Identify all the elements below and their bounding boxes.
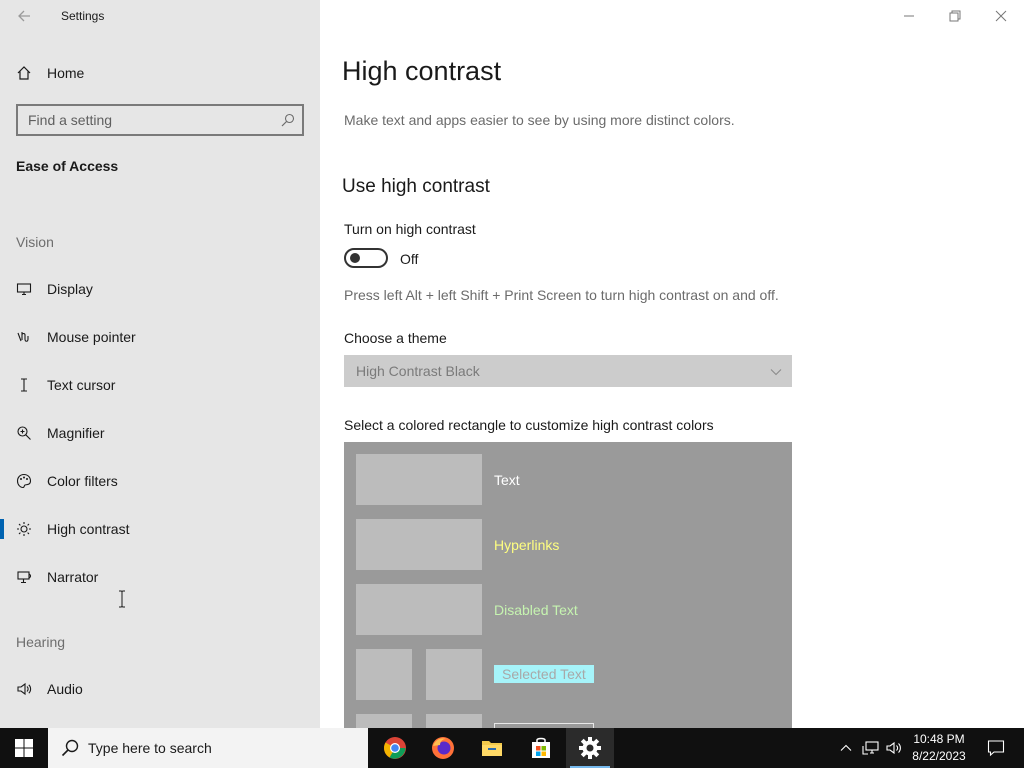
search-icon — [60, 738, 80, 758]
sidebar-item-magnifier[interactable]: Magnifier — [0, 413, 320, 453]
chevron-down-icon — [770, 365, 782, 377]
swatch-label-hyperlinks: Hyperlinks — [494, 537, 560, 553]
find-setting-input[interactable] — [18, 106, 268, 134]
chrome-taskbar-button[interactable] — [371, 728, 419, 768]
sidebar-item-label: Narrator — [47, 569, 99, 585]
file-explorer-taskbar-button[interactable] — [468, 728, 516, 768]
restore-button[interactable] — [932, 0, 978, 32]
section-hearing: Hearing — [16, 634, 66, 650]
start-button[interactable] — [0, 728, 48, 768]
nav-home[interactable]: Home — [0, 53, 320, 93]
back-arrow-icon — [18, 10, 30, 22]
find-setting-search[interactable] — [16, 104, 304, 136]
network-icon — [862, 741, 879, 755]
taskbar-clock[interactable]: 10:48 PM 8/22/2023 — [904, 731, 974, 765]
app-title: Settings — [61, 9, 105, 23]
disabled-text-color-swatch[interactable] — [356, 584, 482, 635]
button-fg-swatch[interactable] — [426, 714, 482, 728]
action-center-button[interactable] — [976, 728, 1016, 768]
sidebar-item-audio[interactable]: Audio — [0, 669, 320, 709]
clock-date: 8/22/2023 — [912, 749, 966, 763]
color-swatch-panel: Text Hyperlinks Disabled Text Selected T… — [344, 442, 792, 728]
sidebar-item-label: Color filters — [47, 473, 118, 489]
volume-tray-button[interactable] — [885, 738, 905, 758]
high-contrast-icon — [15, 520, 33, 538]
theme-dropdown[interactable]: High Contrast Black — [344, 355, 792, 387]
clock-time: 10:48 PM — [913, 732, 965, 746]
selected-text-fg-swatch[interactable] — [426, 649, 482, 700]
close-icon — [995, 10, 1007, 22]
sidebar-item-text-cursor[interactable]: Text cursor — [0, 365, 320, 405]
section-title: Use high contrast — [342, 176, 490, 197]
chevron-up-icon — [840, 744, 852, 751]
section-vision: Vision — [16, 234, 54, 250]
magnifier-icon — [15, 424, 33, 442]
color-filters-icon — [15, 472, 33, 490]
selected-text-bg-swatch[interactable] — [356, 649, 412, 700]
toggle-label: Turn on high contrast — [344, 221, 476, 237]
settings-icon — [579, 737, 601, 759]
network-tray-button[interactable] — [861, 738, 881, 758]
narrator-icon — [15, 568, 33, 586]
audio-icon — [15, 680, 33, 698]
sidebar-item-label: High contrast — [47, 521, 130, 537]
nav-home-label: Home — [47, 65, 85, 81]
toggle-state-text: Off — [400, 251, 419, 267]
sidebar-item-narrator[interactable]: Narrator — [0, 557, 320, 597]
page-description: Make text and apps easier to see by usin… — [344, 112, 735, 128]
taskbar: Type here to search 10:48 PM 8/22/2023 — [0, 728, 1024, 768]
sidebar-item-label: Text cursor — [47, 377, 116, 393]
windows-logo-icon — [15, 739, 33, 757]
chrome-icon — [384, 737, 406, 759]
sidebar-item-color-filters[interactable]: Color filters — [0, 461, 320, 501]
firefox-taskbar-button[interactable] — [419, 728, 467, 768]
mouse-pointer-icon — [15, 328, 33, 346]
home-icon — [15, 64, 33, 82]
swatch-label-text: Text — [494, 472, 520, 488]
sidebar: Settings Home Ease of Access Vision Disp… — [0, 0, 320, 728]
hyperlinks-color-swatch[interactable] — [356, 519, 482, 570]
sidebar-item-label: Display — [47, 281, 93, 297]
store-icon — [532, 737, 550, 758]
swatch-label-selected-text: Selected Text — [494, 665, 594, 683]
theme-label: Choose a theme — [344, 330, 447, 346]
button-bg-swatch[interactable] — [356, 714, 412, 728]
sidebar-item-label: Audio — [47, 681, 83, 697]
search-icon[interactable] — [280, 112, 296, 128]
text-cursor-icon — [15, 376, 33, 394]
text-color-swatch[interactable] — [356, 454, 482, 505]
high-contrast-toggle[interactable] — [344, 248, 388, 268]
toggle-knob — [350, 253, 360, 263]
minimize-icon — [904, 15, 914, 17]
taskbar-search-box[interactable]: Type here to search — [48, 728, 368, 768]
theme-dropdown-value: High Contrast Black — [356, 363, 480, 379]
display-icon — [15, 280, 33, 298]
restore-icon — [949, 10, 961, 22]
firefox-icon — [432, 737, 454, 759]
close-button[interactable] — [978, 0, 1024, 32]
minimize-button[interactable] — [886, 0, 932, 32]
settings-taskbar-button[interactable] — [566, 728, 614, 768]
sidebar-item-label: Magnifier — [47, 425, 105, 441]
mouse-ibeam-cursor-icon — [118, 590, 126, 608]
sidebar-item-mouse-pointer[interactable]: Mouse pointer — [0, 317, 320, 357]
store-taskbar-button[interactable] — [517, 728, 565, 768]
page-title: High contrast — [342, 56, 502, 86]
notification-icon — [987, 740, 1005, 757]
sidebar-item-label: Mouse pointer — [47, 329, 136, 345]
shortcut-hint: Press left Alt + left Shift + Print Scre… — [344, 287, 779, 303]
category-heading: Ease of Access — [16, 158, 119, 174]
show-hidden-icons-button[interactable] — [836, 738, 856, 758]
file-explorer-icon — [482, 741, 502, 756]
customize-label: Select a colored rectangle to customize … — [344, 417, 714, 433]
sidebar-item-high-contrast[interactable]: High contrast — [0, 509, 320, 549]
volume-icon — [886, 741, 901, 755]
swatch-label-disabled-text: Disabled Text — [494, 602, 578, 618]
sidebar-item-display[interactable]: Display — [0, 269, 320, 309]
taskbar-search-placeholder: Type here to search — [88, 740, 212, 756]
back-button[interactable] — [16, 6, 32, 26]
